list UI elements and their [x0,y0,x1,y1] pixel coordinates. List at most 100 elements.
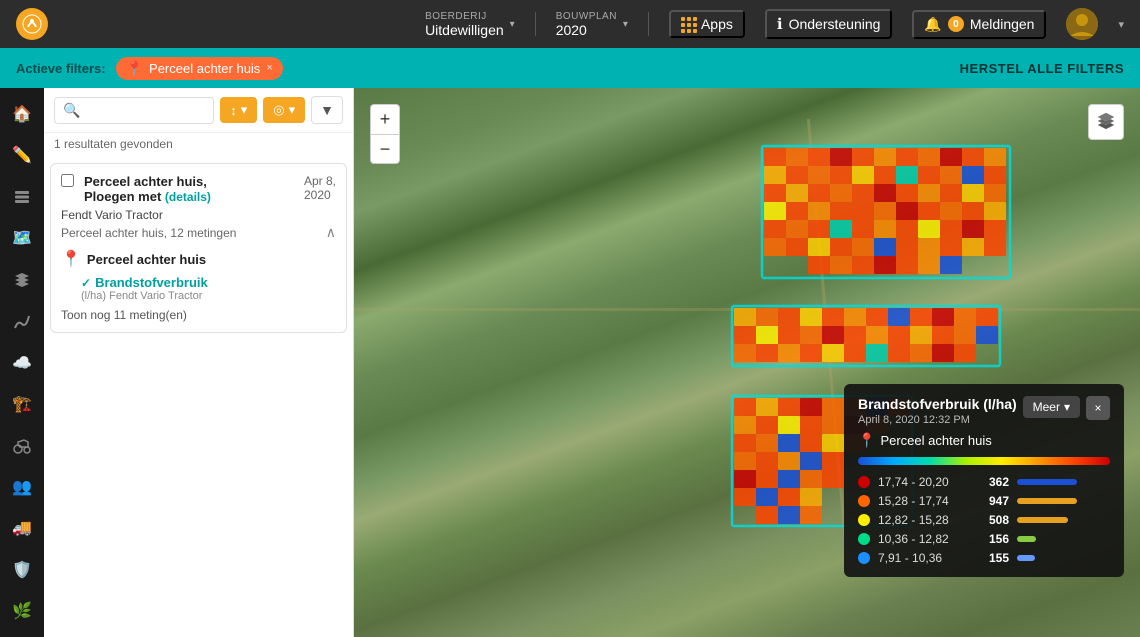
legend-row: 15,28 - 17,74 947 [858,494,1110,508]
legend-row: 17,74 - 20,20 362 [858,475,1110,489]
filter-button[interactable]: ▼ [311,96,343,124]
plan-selector[interactable]: BOUWPLAN 2020 ▾ [556,11,628,38]
support-button[interactable]: ℹ Ondersteuning [765,9,893,39]
legend-dot [858,533,870,545]
plan-value: 2020 [556,22,617,38]
legend-range: 17,74 - 20,20 [878,475,971,489]
results-list: Perceel achter huis, Ploegen met (detail… [44,157,353,637]
user-chevron[interactable]: ▾ [1118,18,1124,31]
legend-count: 155 [979,551,1009,565]
legend-dot [858,495,870,507]
sort-button-2[interactable]: ◎ ▾ [263,97,305,123]
sidebar-item-edit[interactable]: ✏️ [4,137,40,172]
card-meta: Perceel achter huis, 12 metingen ∧ [61,224,336,241]
sidebar-item-building[interactable]: 🏗️ [4,386,40,421]
chip-close-icon[interactable]: × [266,62,272,74]
legend-count: 156 [979,532,1009,546]
card-date-line2: 2020 [304,188,331,202]
measurement-label: ✓ Brandstofverbruik [81,275,336,290]
sort-chevron-1: ▾ [241,102,248,118]
sidebar-item-map[interactable]: 🗺️ [4,220,40,255]
plan-label: BOUWPLAN [556,11,617,22]
card-header: Perceel achter huis, Ploegen met (detail… [61,174,336,204]
chip-icon: 📍 [126,60,143,77]
sidebar-item-cloud[interactable]: ☁️ [4,345,40,380]
legend-date: April 8, 2020 12:32 PM [858,414,1017,426]
nav-divider-2 [648,12,649,36]
legend-close-button[interactable]: × [1086,396,1110,420]
legend-count: 947 [979,494,1009,508]
reset-filters-button[interactable]: HERSTEL ALLE FILTERS [960,61,1124,76]
legend-bar [1017,498,1077,504]
legend-range: 7,91 - 10,36 [878,551,971,565]
card-location: 📍 Perceel achter huis [61,249,336,269]
sort-icon-2: ◎ [273,102,284,118]
logo[interactable] [16,8,48,40]
top-navigation: BOERDERIJ Uitdewilligen ▾ BOUWPLAN 2020 … [0,0,1140,48]
legend-row: 12,82 - 15,28 508 [858,513,1110,527]
legend-row: 10,36 - 12,82 156 [858,532,1110,546]
legend-bar [1017,555,1035,561]
legend-range: 15,28 - 17,74 [878,494,971,508]
filter-bar: Actieve filters: 📍 Perceel achter huis ×… [0,48,1140,88]
legend-title: Brandstofverbruik (l/ha) [858,396,1017,412]
card-details-link[interactable]: (details) [165,190,211,204]
sidebar-item-layers[interactable] [4,179,40,214]
search-bar: 🔍 ↕ ▾ ◎ ▾ ▼ [44,88,353,133]
filter-chip[interactable]: 📍 Perceel achter huis × [116,57,283,80]
sidebar-item-truck[interactable]: 🚚 [4,511,40,546]
legend-bar [1017,536,1036,542]
sort-icon-1: ↕ [230,103,237,118]
sidebar-item-shield[interactable]: 🛡️ [4,552,40,587]
sort-button-1[interactable]: ↕ ▾ [220,97,257,123]
card-subtitle: Fendt Vario Tractor [61,208,336,222]
legend-rows: 17,74 - 20,20 362 15,28 - 17,74 947 12,8… [858,475,1110,565]
legend-bar [1017,479,1077,485]
legend-actions: Meer ▾ × [1023,396,1110,420]
legend-location: 📍 Perceel achter huis [858,432,1110,449]
nav-divider-1 [535,12,536,36]
map-layers-button[interactable] [1088,104,1124,140]
zoom-in-icon: + [380,109,391,130]
search-input[interactable] [84,103,205,118]
card-expand-icon[interactable]: ∧ [326,224,336,241]
legend-bar [1017,517,1068,523]
farm-label: BOERDERIJ [425,11,504,22]
legend-dot [858,552,870,564]
measurement-name[interactable]: Brandstofverbruik [95,275,208,290]
user-avatar[interactable] [1066,8,1098,40]
legend-bar-wrap [1017,536,1110,542]
apps-button[interactable]: Apps [669,10,745,38]
search-icon: 🔍 [63,102,80,119]
map-view[interactable]: + − Brandstofverbruik (l/ha) April 8, 20… [354,88,1140,637]
sidebar-item-home[interactable]: 🏠 [4,96,40,131]
zoom-in-button[interactable]: + [370,104,400,134]
sidebar-item-plant[interactable]: 🌿 [4,594,40,629]
notifications-button[interactable]: 🔔 0 Meldingen [912,10,1046,39]
measurement-item: ✓ Brandstofverbruik (l/ha) Fendt Vario T… [81,275,336,302]
search-input-wrap[interactable]: 🔍 [54,97,214,124]
active-filters-label: Actieve filters: [16,61,106,76]
chip-text: Perceel achter huis [149,61,260,76]
zoom-out-button[interactable]: − [370,134,400,164]
card-title-text: Perceel achter huis, [84,174,207,189]
legend-count: 508 [979,513,1009,527]
sidebar-item-tractor[interactable] [4,428,40,463]
legend-header: Brandstofverbruik (l/ha) April 8, 2020 1… [858,396,1110,426]
sidebar-item-stack[interactable] [4,262,40,297]
legend-bar-wrap [1017,479,1110,485]
farm-selector[interactable]: BOERDERIJ Uitdewilligen ▾ [425,11,515,38]
show-more-button[interactable]: Toon nog 11 meting(en) [61,308,336,322]
legend-row: 7,91 - 10,36 155 [858,551,1110,565]
card-date-line1: Apr 8, [304,174,336,188]
sidebar-item-chart[interactable] [4,303,40,338]
legend-bar-wrap [1017,498,1110,504]
card-checkbox[interactable] [61,174,74,187]
sidebar-item-people[interactable]: 👥 [4,469,40,504]
measurement-sub: (l/ha) Fendt Vario Tractor [81,290,336,302]
legend-more-button[interactable]: Meer ▾ [1023,396,1080,418]
support-icon: ℹ [777,15,783,33]
apps-label: Apps [701,16,733,32]
card-title: Perceel achter huis, Ploegen met (detail… [61,174,211,204]
legend-range: 10,36 - 12,82 [878,532,971,546]
